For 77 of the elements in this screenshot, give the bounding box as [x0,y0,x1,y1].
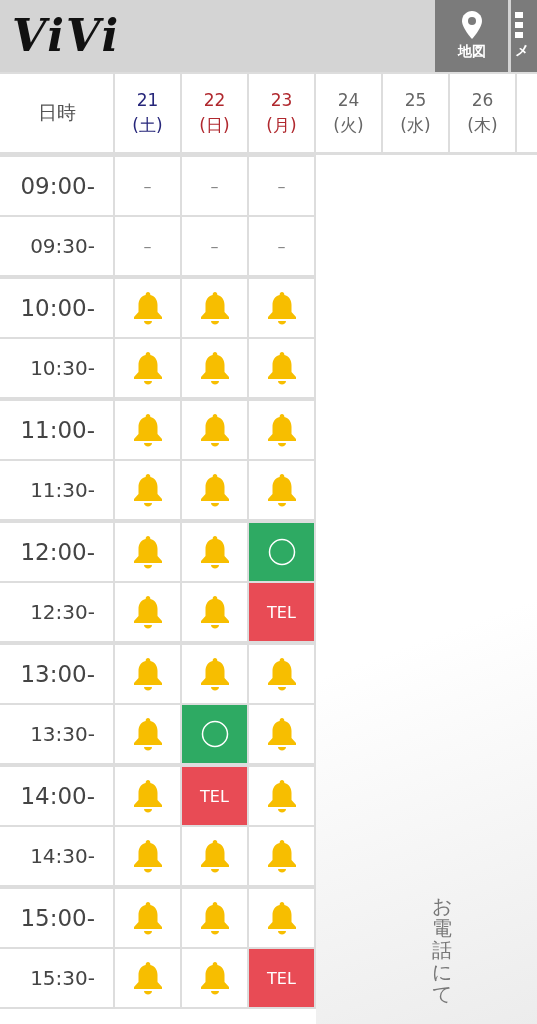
circle-icon [267,538,296,566]
date-number: 23 [270,89,293,110]
time-label: 09:30- [30,234,95,258]
weekday: (月) [266,113,297,137]
bell-icon [132,535,163,569]
bell-icon [132,473,163,507]
bell-icon [266,657,297,691]
time-label: 10:30- [30,356,95,380]
bell-icon [266,717,297,751]
time-label: 12:30- [30,600,95,624]
bell-icon [199,413,230,447]
bell-icon [266,839,297,873]
unavailable-dash: – [143,176,152,196]
time-label: 14:00- [20,783,95,809]
tel-slot[interactable]: TEL [182,767,247,825]
bell-icon [266,291,297,325]
bell-icon [266,901,297,935]
unavailable-dash: – [143,236,152,256]
bell-icon [132,839,163,873]
tel-slot[interactable]: TEL [249,583,314,641]
date-number: 22 [203,89,226,110]
date-number: 26 [471,89,494,110]
time-label: 11:30- [30,478,95,502]
time-label: 11:00- [20,417,95,443]
bell-icon [199,351,230,385]
bell-icon [266,351,297,385]
date-number: 24 [337,89,360,110]
time-label: 13:30- [30,722,95,746]
circle-icon [200,720,229,748]
bell-icon [132,779,163,813]
bell-icon [266,473,297,507]
bell-icon [132,901,163,935]
bell-icon [199,901,230,935]
available-slot[interactable] [249,523,314,581]
bell-icon [199,473,230,507]
time-label: 09:00- [20,173,95,199]
date-number: 21 [136,89,159,110]
bell-icon [199,961,230,995]
menu-button[interactable]: メ [511,0,537,72]
time-label: 13:00- [20,661,95,687]
unavailable-dash: – [210,176,219,196]
tel-slot[interactable]: TEL [249,949,314,1007]
bell-icon [199,291,230,325]
weekday: (土) [132,113,163,137]
bell-icon [132,657,163,691]
time-label: 15:30- [30,966,95,990]
bell-icon [199,839,230,873]
logo: ViVi [11,9,122,63]
location-pin-icon [461,11,482,39]
time-label: 12:00- [20,539,95,565]
weekday: (日) [199,113,230,137]
time-label: 15:00- [20,905,95,931]
bell-icon [199,657,230,691]
available-slot[interactable] [182,705,247,763]
time-label: 10:00- [20,295,95,321]
bell-icon [132,291,163,325]
grid-icon [515,12,523,38]
unavailable-dash: – [277,236,286,256]
bell-icon [199,595,230,629]
bell-icon [132,595,163,629]
bell-icon [132,717,163,751]
unavailable-dash: – [277,176,286,196]
bell-icon [132,351,163,385]
bell-icon [132,961,163,995]
weekday: (火) [333,113,364,137]
unavailable-dash: – [210,236,219,256]
bell-icon [199,535,230,569]
bell-icon [266,779,297,813]
bell-icon [132,413,163,447]
vertical-note: お電話にて [431,895,452,1005]
weekday: (水) [400,113,431,137]
weekday: (木) [467,113,498,137]
date-number: 25 [404,89,427,110]
column-header: 日時 [37,100,76,125]
time-label: 14:30- [30,844,95,868]
map-button[interactable]: 地図 [435,0,508,72]
bell-icon [266,413,297,447]
